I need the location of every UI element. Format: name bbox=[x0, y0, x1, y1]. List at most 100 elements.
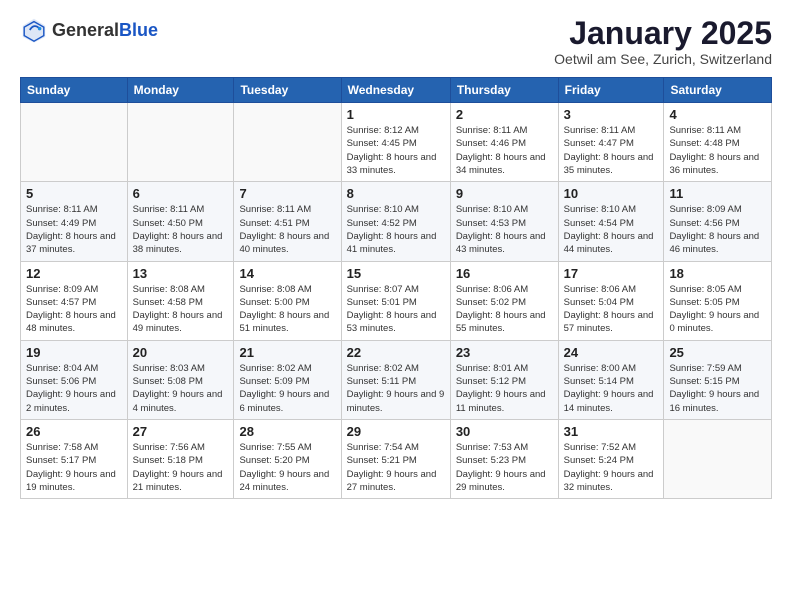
day-number-14: 14 bbox=[239, 266, 335, 281]
day-of-week-wednesday: Wednesday bbox=[341, 78, 450, 103]
day-number-17: 17 bbox=[564, 266, 659, 281]
day-number-16: 16 bbox=[456, 266, 553, 281]
day-number-12: 12 bbox=[26, 266, 122, 281]
calendar-week-0: 1 Sunrise: 8:12 AM Sunset: 4:45 PM Daylig… bbox=[21, 103, 772, 182]
calendar-day-28: 28 Sunrise: 7:55 AM Sunset: 5:20 PM Dayli… bbox=[234, 419, 341, 498]
day-of-week-saturday: Saturday bbox=[664, 78, 772, 103]
day-number-30: 30 bbox=[456, 424, 553, 439]
days-of-week-row: SundayMondayTuesdayWednesdayThursdayFrid… bbox=[21, 78, 772, 103]
calendar-day-19: 19Sunrise: 8:04 AM Sunset: 5:06 PM Dayli… bbox=[21, 340, 128, 419]
calendar-day-10: 10Sunrise: 8:10 AM Sunset: 4:54 PM Dayli… bbox=[558, 182, 664, 261]
day-number-28: 28 bbox=[239, 424, 335, 439]
calendar-day-25: 25 Sunrise: 7:59 AM Sunset: 5:15 PM Dayli… bbox=[664, 340, 772, 419]
calendar-day-16: 16 Sunrise: 8:06 AM Sunset: 5:02 PM Dayli… bbox=[450, 261, 558, 340]
day-of-week-tuesday: Tuesday bbox=[234, 78, 341, 103]
day-info-8: Sunrise: 8:10 AM Sunset: 4:52 PM Dayligh… bbox=[347, 203, 445, 256]
calendar-day-18: 18 Sunrise: 8:05 AM Sunset: 5:05 PM Dayli… bbox=[664, 261, 772, 340]
calendar-body: 1 Sunrise: 8:12 AM Sunset: 4:45 PM Daylig… bbox=[21, 103, 772, 499]
calendar-day-21: 21Sunrise: 8:02 AM Sunset: 5:09 PM Dayli… bbox=[234, 340, 341, 419]
calendar-day-11: 11 Sunrise: 8:09 AM Sunset: 4:56 PM Dayli… bbox=[664, 182, 772, 261]
day-number-5: 5 bbox=[26, 186, 122, 201]
day-info-30: Sunrise: 7:53 AM Sunset: 5:23 PM Dayligh… bbox=[456, 441, 553, 494]
day-number-9: 9 bbox=[456, 186, 553, 201]
day-number-20: 20 bbox=[133, 345, 229, 360]
day-number-4: 4 bbox=[669, 107, 766, 122]
day-info-28: Sunrise: 7:55 AM Sunset: 5:20 PM Dayligh… bbox=[239, 441, 335, 494]
day-of-week-sunday: Sunday bbox=[21, 78, 128, 103]
day-info-11: Sunrise: 8:09 AM Sunset: 4:56 PM Dayligh… bbox=[669, 203, 766, 256]
day-of-week-thursday: Thursday bbox=[450, 78, 558, 103]
empty-cell bbox=[21, 103, 128, 182]
day-info-20: Sunrise: 8:03 AM Sunset: 5:08 PM Dayligh… bbox=[133, 362, 229, 415]
day-info-4: Sunrise: 8:11 AM Sunset: 4:48 PM Dayligh… bbox=[669, 124, 766, 177]
calendar-day-17: 17 Sunrise: 8:06 AM Sunset: 5:04 PM Dayli… bbox=[558, 261, 664, 340]
calendar-day-26: 26 Sunrise: 7:58 AM Sunset: 5:17 PM Dayli… bbox=[21, 419, 128, 498]
calendar-day-13: 13Sunrise: 8:08 AM Sunset: 4:58 PM Dayli… bbox=[127, 261, 234, 340]
month-title: January 2025 bbox=[554, 16, 772, 51]
day-number-26: 26 bbox=[26, 424, 122, 439]
empty-cell bbox=[234, 103, 341, 182]
day-info-21: Sunrise: 8:02 AM Sunset: 5:09 PM Dayligh… bbox=[239, 362, 335, 415]
logo-text: GeneralBlue bbox=[52, 21, 158, 39]
calendar-day-15: 15 Sunrise: 8:07 AM Sunset: 5:01 PM Dayli… bbox=[341, 261, 450, 340]
calendar-week-4: 26 Sunrise: 7:58 AM Sunset: 5:17 PM Dayli… bbox=[21, 419, 772, 498]
day-number-11: 11 bbox=[669, 186, 766, 201]
calendar-day-27: 27 Sunrise: 7:56 AM Sunset: 5:18 PM Dayli… bbox=[127, 419, 234, 498]
calendar-day-5: 5 Sunrise: 8:11 AM Sunset: 4:49 PM Daylig… bbox=[21, 182, 128, 261]
day-info-15: Sunrise: 8:07 AM Sunset: 5:01 PM Dayligh… bbox=[347, 283, 445, 336]
calendar-day-23: 23Sunrise: 8:01 AM Sunset: 5:12 PM Dayli… bbox=[450, 340, 558, 419]
calendar-day-6: 6Sunrise: 8:11 AM Sunset: 4:50 PM Daylig… bbox=[127, 182, 234, 261]
day-info-18: Sunrise: 8:05 AM Sunset: 5:05 PM Dayligh… bbox=[669, 283, 766, 336]
day-number-1: 1 bbox=[347, 107, 445, 122]
day-number-22: 22 bbox=[347, 345, 445, 360]
day-info-24: Sunrise: 8:00 AM Sunset: 5:14 PM Dayligh… bbox=[564, 362, 659, 415]
day-info-3: Sunrise: 8:11 AM Sunset: 4:47 PM Dayligh… bbox=[564, 124, 659, 177]
day-info-1: Sunrise: 8:12 AM Sunset: 4:45 PM Dayligh… bbox=[347, 124, 445, 177]
day-of-week-monday: Monday bbox=[127, 78, 234, 103]
calendar-day-14: 14 Sunrise: 8:08 AM Sunset: 5:00 PM Dayli… bbox=[234, 261, 341, 340]
day-info-2: Sunrise: 8:11 AM Sunset: 4:46 PM Dayligh… bbox=[456, 124, 553, 177]
calendar-day-3: 3 Sunrise: 8:11 AM Sunset: 4:47 PM Daylig… bbox=[558, 103, 664, 182]
day-info-25: Sunrise: 7:59 AM Sunset: 5:15 PM Dayligh… bbox=[669, 362, 766, 415]
day-number-27: 27 bbox=[133, 424, 229, 439]
day-info-16: Sunrise: 8:06 AM Sunset: 5:02 PM Dayligh… bbox=[456, 283, 553, 336]
day-number-13: 13 bbox=[133, 266, 229, 281]
logo-general: General bbox=[52, 20, 119, 40]
logo-icon bbox=[20, 16, 48, 44]
day-info-5: Sunrise: 8:11 AM Sunset: 4:49 PM Dayligh… bbox=[26, 203, 122, 256]
day-info-27: Sunrise: 7:56 AM Sunset: 5:18 PM Dayligh… bbox=[133, 441, 229, 494]
day-number-8: 8 bbox=[347, 186, 445, 201]
calendar-day-2: 2 Sunrise: 8:11 AM Sunset: 4:46 PM Daylig… bbox=[450, 103, 558, 182]
calendar-day-12: 12 Sunrise: 8:09 AM Sunset: 4:57 PM Dayli… bbox=[21, 261, 128, 340]
day-info-26: Sunrise: 7:58 AM Sunset: 5:17 PM Dayligh… bbox=[26, 441, 122, 494]
day-info-19: Sunrise: 8:04 AM Sunset: 5:06 PM Dayligh… bbox=[26, 362, 122, 415]
calendar-day-9: 9 Sunrise: 8:10 AM Sunset: 4:53 PM Daylig… bbox=[450, 182, 558, 261]
day-number-25: 25 bbox=[669, 345, 766, 360]
empty-cell bbox=[664, 419, 772, 498]
calendar-day-4: 4 Sunrise: 8:11 AM Sunset: 4:48 PM Daylig… bbox=[664, 103, 772, 182]
day-number-3: 3 bbox=[564, 107, 659, 122]
day-of-week-friday: Friday bbox=[558, 78, 664, 103]
day-number-15: 15 bbox=[347, 266, 445, 281]
day-info-6: Sunrise: 8:11 AM Sunset: 4:50 PM Dayligh… bbox=[133, 203, 229, 256]
day-info-29: Sunrise: 7:54 AM Sunset: 5:21 PM Dayligh… bbox=[347, 441, 445, 494]
calendar-week-3: 19Sunrise: 8:04 AM Sunset: 5:06 PM Dayli… bbox=[21, 340, 772, 419]
day-info-12: Sunrise: 8:09 AM Sunset: 4:57 PM Dayligh… bbox=[26, 283, 122, 336]
day-number-18: 18 bbox=[669, 266, 766, 281]
calendar-day-22: 22Sunrise: 8:02 AM Sunset: 5:11 PM Dayli… bbox=[341, 340, 450, 419]
day-info-14: Sunrise: 8:08 AM Sunset: 5:00 PM Dayligh… bbox=[239, 283, 335, 336]
day-number-2: 2 bbox=[456, 107, 553, 122]
day-number-7: 7 bbox=[239, 186, 335, 201]
calendar-day-29: 29Sunrise: 7:54 AM Sunset: 5:21 PM Dayli… bbox=[341, 419, 450, 498]
logo: GeneralBlue bbox=[20, 16, 158, 44]
logo-blue: Blue bbox=[119, 20, 158, 40]
empty-cell bbox=[127, 103, 234, 182]
calendar-day-1: 1 Sunrise: 8:12 AM Sunset: 4:45 PM Daylig… bbox=[341, 103, 450, 182]
day-info-10: Sunrise: 8:10 AM Sunset: 4:54 PM Dayligh… bbox=[564, 203, 659, 256]
day-info-9: Sunrise: 8:10 AM Sunset: 4:53 PM Dayligh… bbox=[456, 203, 553, 256]
day-info-17: Sunrise: 8:06 AM Sunset: 5:04 PM Dayligh… bbox=[564, 283, 659, 336]
title-block: January 2025 Oetwil am See, Zurich, Swit… bbox=[554, 16, 772, 67]
calendar-week-1: 5 Sunrise: 8:11 AM Sunset: 4:49 PM Daylig… bbox=[21, 182, 772, 261]
calendar-day-20: 20 Sunrise: 8:03 AM Sunset: 5:08 PM Dayli… bbox=[127, 340, 234, 419]
day-info-31: Sunrise: 7:52 AM Sunset: 5:24 PM Dayligh… bbox=[564, 441, 659, 494]
